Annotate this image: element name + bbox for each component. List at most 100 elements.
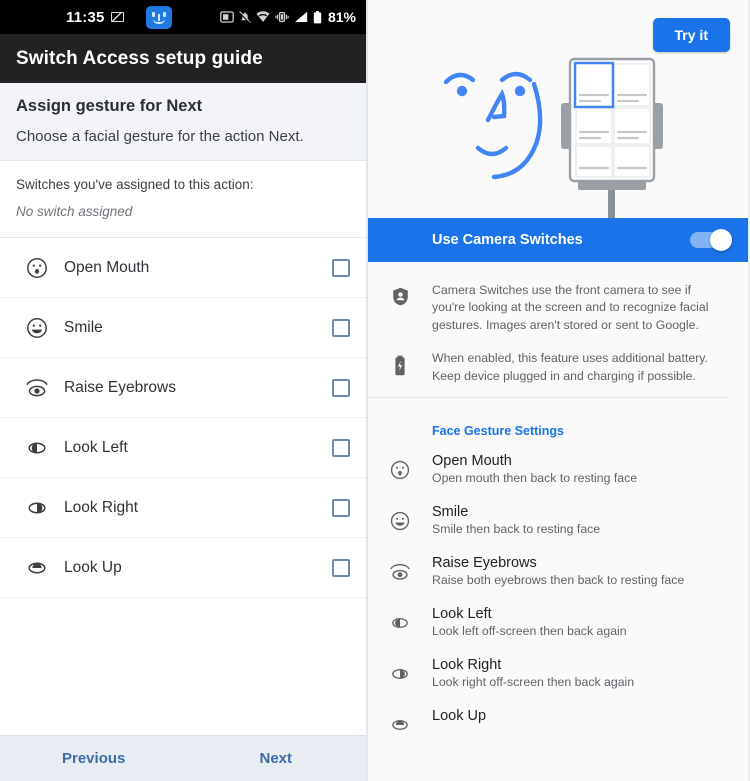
setting-subtitle: Look right off-screen then back again — [432, 675, 635, 690]
section-divider — [368, 397, 730, 399]
try-it-button[interactable]: Try it — [652, 18, 730, 52]
setting-row-open-mouth[interactable]: Open Mouth Open mouth then back to resti… — [368, 444, 748, 495]
face-app-mouth-icon — [152, 19, 165, 24]
vibrate-icon — [275, 11, 289, 23]
smile-icon — [368, 504, 432, 536]
setting-row-look-right[interactable]: Look Right Look right off-screen then ba… — [368, 648, 748, 699]
screenshot-icon — [220, 11, 234, 23]
setting-texts: Raise Eyebrows Raise both eyebrows then … — [432, 555, 690, 587]
raise-eyebrows-icon — [368, 555, 432, 587]
setting-texts: Smile Smile then back to resting face — [432, 504, 606, 536]
use-camera-switches-label: Use Camera Switches — [432, 232, 583, 248]
setting-row-smile[interactable]: Smile Smile then back to resting face — [368, 495, 748, 546]
setting-texts: Open Mouth Open mouth then back to resti… — [432, 453, 643, 485]
battery-charging-icon — [368, 350, 432, 385]
info-block: Camera Switches use the front camera to … — [368, 262, 748, 411]
signal-icon — [294, 11, 308, 22]
setting-subtitle: Open mouth then back to resting face — [432, 471, 638, 486]
previous-button[interactable]: Previous — [62, 750, 125, 767]
setting-row-look-left[interactable]: Look Left Look left off-screen then back… — [368, 597, 748, 648]
setting-title: Look Right — [432, 657, 502, 674]
status-bar: 11:35 81% — [0, 0, 366, 34]
assigned-switches-label: Switches you've assigned to this action: — [16, 177, 254, 192]
section-header: Assign gesture for Next Choose a facial … — [0, 83, 366, 161]
gesture-label: Look Right — [64, 498, 139, 516]
section-title: Assign gesture for Next — [16, 97, 203, 115]
gesture-label: Open Mouth — [64, 258, 150, 276]
setting-texts: Look Left Look left off-screen then back… — [432, 606, 633, 638]
gesture-label: Look Left — [64, 438, 128, 456]
wifi-icon — [256, 11, 270, 22]
privacy-shield-icon — [368, 282, 432, 334]
face-gesture-settings-title: Face Gesture Settings — [432, 424, 564, 439]
setting-title: Look Left — [432, 606, 492, 623]
raise-eyebrows-icon — [22, 376, 52, 400]
gesture-row-raise-eyebrows[interactable]: Raise Eyebrows — [0, 358, 366, 418]
setting-title: Open Mouth — [432, 453, 512, 470]
info-text: When enabled, this feature uses addition… — [432, 351, 708, 383]
setting-row-raise-eyebrows[interactable]: Raise Eyebrows Raise both eyebrows then … — [368, 546, 748, 597]
right-phone-panel: Try it Use Camera Switches Camera Switch… — [368, 0, 748, 781]
hero-illustration-area: Try it — [368, 0, 748, 218]
next-button[interactable]: Next — [259, 750, 292, 767]
info-row-privacy: Camera Switches use the front camera to … — [368, 276, 730, 344]
use-camera-switches-toggle[interactable] — [690, 229, 732, 251]
app-bar: Switch Access setup guide — [0, 34, 366, 83]
gesture-row-look-up[interactable]: Look Up — [0, 538, 366, 598]
gesture-label: Look Up — [64, 558, 122, 576]
page-title: Switch Access setup guide — [16, 47, 263, 69]
setting-title: Smile — [432, 504, 469, 521]
setting-title: Raise Eyebrows — [432, 555, 537, 572]
message-icon — [110, 12, 124, 22]
left-phone-panel: 11:35 81% Switch Access setup guide Assi… — [0, 0, 368, 781]
status-bar-left: 11:35 — [66, 9, 124, 26]
gesture-label: Smile — [64, 318, 103, 336]
gesture-checkbox[interactable] — [332, 378, 350, 397]
look-right-icon — [22, 496, 52, 520]
look-up-icon — [22, 556, 52, 580]
setting-title: Look Up — [432, 708, 487, 725]
setting-row-look-up[interactable]: Look Up — [368, 699, 748, 746]
gesture-checkbox[interactable] — [332, 258, 350, 277]
battery-percent-label: 81% — [327, 9, 356, 25]
setting-subtitle: Smile then back to resting face — [432, 522, 601, 537]
gesture-label: Raise Eyebrows — [64, 378, 176, 396]
battery-icon — [313, 10, 322, 23]
face-app-eye-left-icon — [151, 11, 155, 17]
face-app-icon — [145, 5, 172, 29]
gesture-checkbox[interactable] — [332, 438, 350, 457]
use-camera-switches-row[interactable]: Use Camera Switches — [368, 218, 748, 262]
setting-texts: Look Up — [432, 708, 492, 736]
smile-icon — [22, 316, 52, 340]
gesture-row-look-right[interactable]: Look Right — [0, 478, 366, 538]
gesture-option-list: Open Mouth Smile Raise Eyebrows Look Lef… — [0, 238, 366, 735]
setting-texts: Look Right Look right off-screen then ba… — [432, 657, 640, 689]
setting-subtitle: Look left off-screen then back again — [432, 624, 627, 639]
toggle-knob — [710, 229, 732, 251]
gesture-row-look-left[interactable]: Look Left — [0, 418, 366, 478]
open-mouth-icon — [368, 453, 432, 485]
face-app-eye-right-icon — [162, 11, 166, 17]
look-left-icon — [22, 436, 52, 460]
assigned-switches-value: No switch assigned — [16, 204, 133, 219]
gesture-row-smile[interactable]: Smile — [0, 298, 366, 358]
face-gesture-settings-list: Open Mouth Open mouth then back to resti… — [368, 444, 748, 781]
status-bar-right: 81% — [220, 9, 356, 25]
gesture-checkbox[interactable] — [332, 498, 350, 517]
open-mouth-icon — [22, 256, 52, 280]
section-subtitle: Choose a facial gesture for the action N… — [16, 128, 304, 145]
notifications-muted-icon — [239, 10, 251, 24]
screenshot-root: 11:35 81% Switch Access setup guide Assi… — [0, 0, 750, 781]
setting-subtitle: Raise both eyebrows then back to resting… — [432, 573, 685, 588]
gesture-checkbox[interactable] — [332, 318, 350, 337]
look-right-icon — [368, 657, 432, 689]
wizard-bottom-bar: Previous Next — [0, 735, 366, 781]
look-up-icon — [368, 708, 432, 736]
status-time: 11:35 — [66, 8, 105, 26]
info-row-battery: When enabled, this feature uses addition… — [368, 344, 730, 395]
look-left-icon — [368, 606, 432, 638]
gesture-checkbox[interactable] — [332, 558, 350, 577]
info-text: Camera Switches use the front camera to … — [432, 283, 709, 332]
gesture-row-open-mouth[interactable]: Open Mouth — [0, 238, 366, 298]
assigned-switches-box: Switches you've assigned to this action:… — [0, 161, 366, 238]
